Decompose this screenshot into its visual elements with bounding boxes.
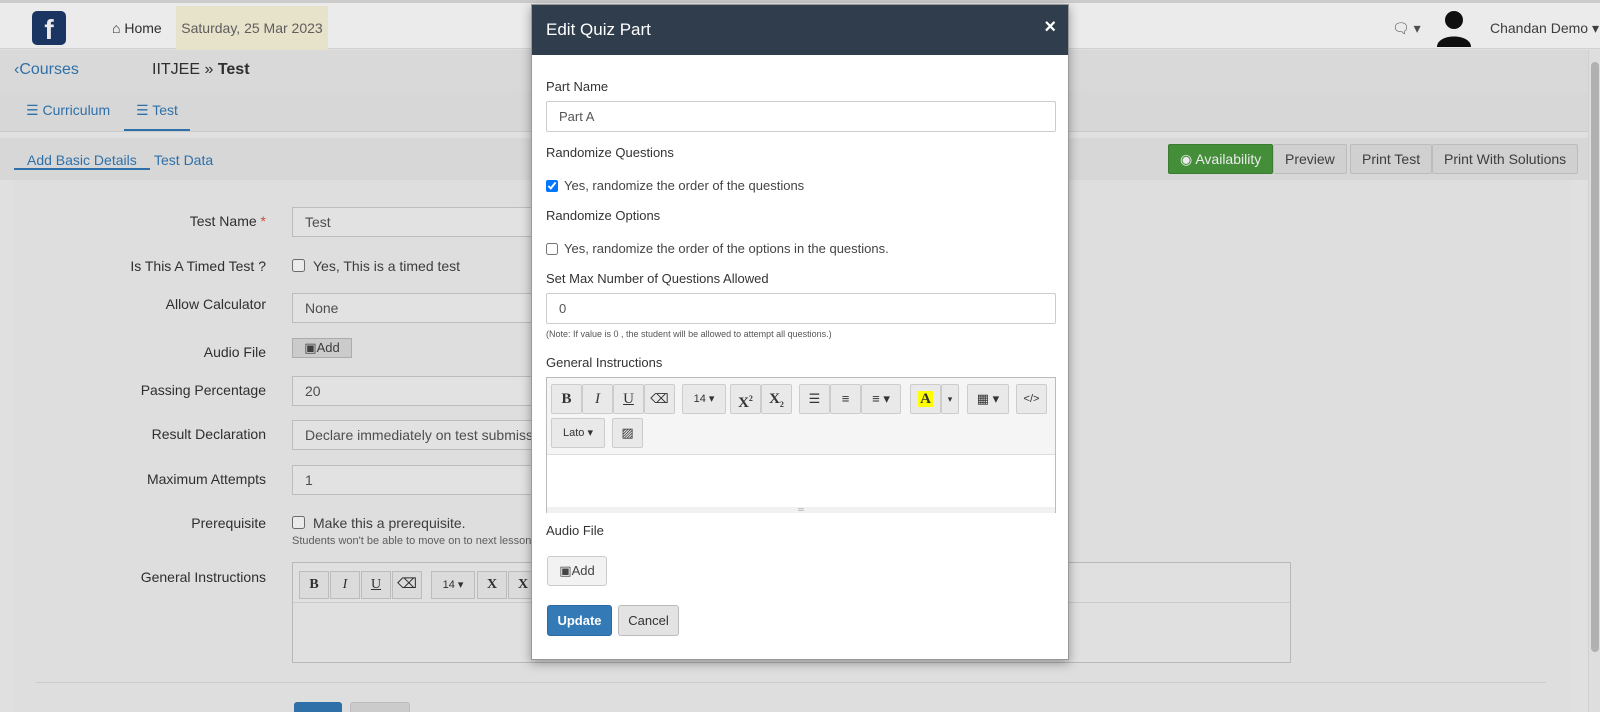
randomize-options-label: Randomize Options (546, 208, 661, 223)
randomize-questions-row[interactable]: Yes, randomize the order of the question… (546, 178, 804, 193)
table-dropdown-icon[interactable]: ▦ ▾ (967, 384, 1009, 414)
file-audio-icon: ▣ (559, 563, 572, 578)
part-name-label: Part Name (546, 79, 609, 94)
modal-audio-file-label: Audio File (546, 523, 604, 538)
randomize-options-row[interactable]: Yes, randomize the order of the options … (546, 241, 889, 256)
underline-button[interactable]: U (613, 384, 644, 414)
max-questions-input[interactable] (546, 293, 1056, 324)
randomize-options-checkbox[interactable] (546, 243, 558, 255)
bold-button[interactable]: B (551, 384, 582, 414)
color-dropdown-icon[interactable]: ▾ (941, 384, 959, 414)
italic-button[interactable]: I (582, 384, 613, 414)
update-button[interactable]: Update (547, 605, 612, 636)
part-name-input[interactable] (546, 101, 1056, 132)
highlight-color-button[interactable]: A (910, 384, 941, 414)
modal-header: Edit Quiz Part × (532, 5, 1068, 55)
edit-quiz-part-modal: Edit Quiz Part × Part Name Randomize Que… (531, 4, 1069, 660)
font-size-dropdown[interactable]: 14 ▾ (682, 384, 726, 414)
resize-grip-icon[interactable]: ═ (547, 506, 1055, 514)
unordered-list-icon[interactable]: ☰ (799, 384, 830, 414)
instructions-rich-editor[interactable]: B I U ⌫ 14 ▾ X2 X2 ☰ ≡ ≡ ▾ A ▾ ▦ ▾ </> L… (546, 377, 1056, 514)
randomize-questions-text: Yes, randomize the order of the question… (564, 178, 805, 193)
align-dropdown-icon[interactable]: ≡ ▾ (861, 384, 901, 414)
highlight-color-letter: A (918, 391, 933, 407)
modal-general-instructions-label: General Instructions (546, 355, 663, 370)
ordered-list-icon[interactable]: ≡ (830, 384, 861, 414)
randomize-questions-checkbox[interactable] (546, 180, 558, 192)
font-family-value: Lato (563, 427, 585, 439)
font-size-value: 14 (693, 393, 706, 405)
randomize-questions-label: Randomize Questions (546, 145, 674, 160)
modal-title: Edit Quiz Part (546, 20, 651, 39)
rich-editor-toolbar: B I U ⌫ 14 ▾ X2 X2 ☰ ≡ ≡ ▾ A ▾ ▦ ▾ </> L… (547, 378, 1055, 455)
close-icon[interactable]: × (1044, 16, 1056, 39)
audio-add-button[interactable]: ▣Add (547, 556, 607, 586)
rich-editor-content[interactable] (547, 455, 1055, 507)
code-view-button[interactable]: </> (1016, 384, 1047, 414)
font-family-dropdown[interactable]: Lato ▾ (551, 418, 605, 448)
subscript-button[interactable]: X2 (761, 384, 792, 414)
max-questions-note: (Note: If value is 0 , the student will … (546, 329, 832, 339)
superscript-button[interactable]: X2 (730, 384, 761, 414)
audio-add-label: Add (571, 563, 595, 578)
max-questions-label: Set Max Number of Questions Allowed (546, 271, 769, 286)
eraser-icon[interactable]: ⌫ (644, 384, 675, 414)
image-icon[interactable]: ▨ (612, 418, 643, 448)
cancel-button[interactable]: Cancel (618, 605, 679, 636)
randomize-options-text: Yes, randomize the order of the options … (564, 241, 889, 256)
